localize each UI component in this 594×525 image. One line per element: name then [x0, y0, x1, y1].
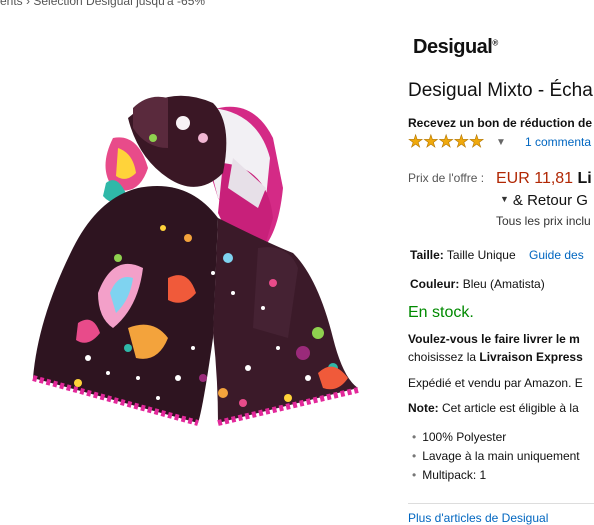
brand-logo[interactable]: Desigual®	[413, 36, 498, 59]
list-item: Lavage à la main uniquement	[412, 449, 579, 468]
note-label: Note:	[408, 401, 439, 415]
delivery-express: choisissez la Livraison Express	[408, 350, 583, 364]
sold-by: Expédié et vendu par Amazon. E	[408, 376, 583, 390]
size-value: Taille Unique	[446, 248, 516, 262]
note-text: Cet article est éligible à la	[442, 401, 579, 415]
list-item: Multipack: 1	[412, 468, 580, 487]
rating-stars[interactable]: ★★★★★	[408, 132, 485, 151]
size-label: Taille:	[410, 248, 444, 262]
star-icon: ★	[423, 132, 439, 151]
product-image[interactable]	[18, 78, 368, 438]
price-label: Prix de l'offre :	[408, 171, 485, 185]
delivery-label: & Retour G	[512, 192, 588, 209]
price-amount: EUR 11,81	[496, 170, 574, 187]
star-icon: ★	[408, 132, 424, 151]
color-row: Couleur: Bleu (Amatista)	[410, 277, 545, 291]
comments-link[interactable]: 1 commenta	[525, 135, 591, 149]
product-title: Desigual Mixto - Échar	[408, 80, 594, 101]
delivery-express-prefix: choisissez la	[408, 350, 480, 364]
stock-status: En stock.	[408, 304, 474, 321]
breadcrumb[interactable]: ents › Sélection Desigual jusqu'à -65%	[0, 0, 205, 8]
delivery-info[interactable]: ▼ & Retour G	[500, 192, 588, 209]
tax-note: Tous les prix inclu	[496, 214, 591, 228]
color-label: Couleur:	[410, 277, 460, 291]
delivery-express-bold: Livraison Express	[479, 350, 583, 364]
brand-name: Desigual	[413, 36, 493, 58]
star-icon: ★	[453, 132, 469, 151]
star-icon: ★	[438, 132, 454, 151]
star-icon: ★	[469, 132, 485, 151]
price-value: EUR 11,81 Li	[496, 170, 592, 188]
delivery-question: Voulez-vous le faire livrer le m	[408, 332, 580, 346]
scarf-illustration	[32, 95, 359, 426]
color-value: Bleu (Amatista)	[462, 277, 545, 291]
brand-mark: ®	[492, 38, 498, 48]
chevron-down-icon[interactable]: ▼	[496, 137, 506, 148]
feature-list: 100% Polyester Lavage à la main uniqueme…	[412, 430, 580, 487]
chevron-down-icon: ▼	[500, 194, 509, 204]
size-guide-link[interactable]: Guide des	[529, 248, 584, 262]
price-suffix: Li	[577, 170, 592, 187]
divider	[408, 503, 594, 504]
note-row: Note: Cet article est éligible à la	[408, 401, 579, 415]
promo-text[interactable]: Recevez un bon de réduction de 5	[408, 116, 594, 130]
size-row: Taille: Taille Unique Guide des	[410, 248, 584, 262]
list-item: 100% Polyester	[412, 430, 580, 449]
more-from-brand-link[interactable]: Plus d'articles de Desigual	[408, 511, 548, 525]
